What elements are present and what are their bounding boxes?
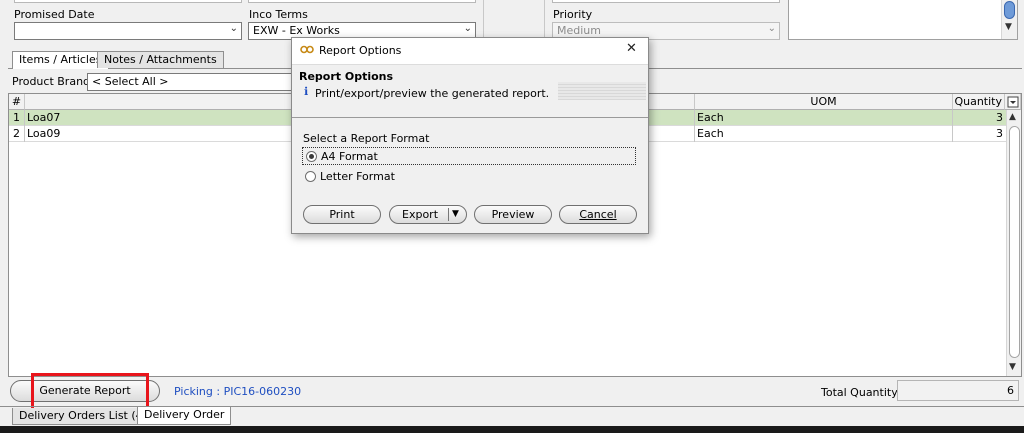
quantity-cell[interactable]: 3 [953, 126, 1005, 142]
print-button[interactable]: Print [303, 205, 381, 224]
export-label: Export [402, 208, 439, 221]
chevron-down-icon: ⌄ [463, 23, 472, 34]
chevron-down-icon[interactable]: ▼ [1009, 362, 1016, 372]
radio-a4[interactable] [306, 151, 317, 162]
top-field-stub-1 [14, 0, 242, 3]
inco-terms-value: EXW - Ex Works [253, 24, 340, 37]
format-label: Select a Report Format [303, 132, 430, 145]
inco-terms-label: Inco Terms [249, 8, 308, 21]
dialog-title: Report Options [319, 44, 402, 57]
scroll-thumb[interactable] [1004, 1, 1015, 19]
format-option-label: A4 Format [321, 150, 378, 163]
total-quantity-field: 6 [897, 380, 1019, 401]
dialog-heading: Report Options [299, 70, 394, 83]
export-button[interactable]: Export ▼ [389, 205, 467, 224]
chevron-down-icon[interactable]: ▼ [452, 206, 459, 223]
textarea-scrollbar[interactable]: ▼ [1001, 0, 1017, 39]
report-options-dialog: Report Options ✕ Report Options ℹ Print/… [291, 37, 649, 234]
promised-date-label: Promised Date [14, 8, 95, 21]
close-icon[interactable]: ✕ [626, 41, 637, 56]
grid-scrollbar[interactable]: ▲ ▼ [1006, 110, 1021, 376]
info-icon: ℹ [304, 85, 309, 98]
uom-cell[interactable]: Each [695, 126, 953, 142]
priority-value: Medium [557, 24, 601, 37]
product-brand-select[interactable]: < Select All > [87, 73, 293, 91]
format-option-label: Letter Format [320, 170, 395, 183]
format-option-a4[interactable]: A4 Format [302, 147, 636, 165]
dialog-header: Report Options ℹ Print/export/preview th… [292, 64, 648, 118]
product-brand-value: < Select All > [92, 75, 169, 88]
tab-notes-attachments[interactable]: Notes / Attachments [97, 51, 224, 68]
chevron-up-icon[interactable]: ▲ [1009, 112, 1016, 122]
chevron-down-icon[interactable]: ▼ [1005, 22, 1012, 32]
dialog-description: Print/export/preview the generated repor… [315, 87, 550, 100]
promised-date-select[interactable]: ⌄ [14, 22, 242, 40]
chevron-down-icon: ⌄ [229, 23, 238, 34]
chevron-down-icon: ⌄ [767, 23, 776, 34]
product-brand-label: Product Brand: [12, 75, 94, 88]
tab-items-articles[interactable]: Items / Articles [12, 51, 109, 69]
uom-cell[interactable]: Each [695, 110, 953, 126]
top-field-stub-3 [552, 0, 780, 3]
dialog-titlebar[interactable]: Report Options ✕ [292, 38, 648, 62]
remarks-textarea[interactable]: ▼ [788, 0, 1018, 40]
total-quantity-label: Total Quantity: [821, 386, 901, 399]
link-icon [300, 45, 314, 54]
column-header-uom[interactable]: UOM [695, 94, 953, 110]
priority-label: Priority [553, 8, 593, 21]
scroll-thumb[interactable] [1009, 126, 1020, 358]
column-header-num[interactable]: # [9, 94, 25, 110]
tab-delivery-order[interactable]: Delivery Order [137, 407, 232, 425]
taskbar-edge [0, 426, 1024, 433]
dialog-body: Select a Report Format A4 Format Letter … [292, 118, 648, 233]
column-header-quantity[interactable]: Quantity [953, 94, 1005, 110]
column-chooser-icon[interactable] [1005, 94, 1021, 110]
header-decoration [558, 82, 646, 100]
format-option-letter[interactable]: Letter Format [302, 168, 502, 186]
top-field-stub-2 [248, 0, 476, 3]
row-number: 1 [9, 110, 25, 126]
row-number: 2 [9, 126, 25, 142]
cancel-button[interactable]: Cancel [559, 205, 637, 224]
split-divider [448, 208, 449, 221]
radio-letter[interactable] [305, 171, 316, 182]
picking-link[interactable]: Picking : PIC16-060230 [174, 385, 301, 398]
preview-button[interactable]: Preview [474, 205, 552, 224]
quantity-cell[interactable]: 3 [953, 110, 1005, 126]
